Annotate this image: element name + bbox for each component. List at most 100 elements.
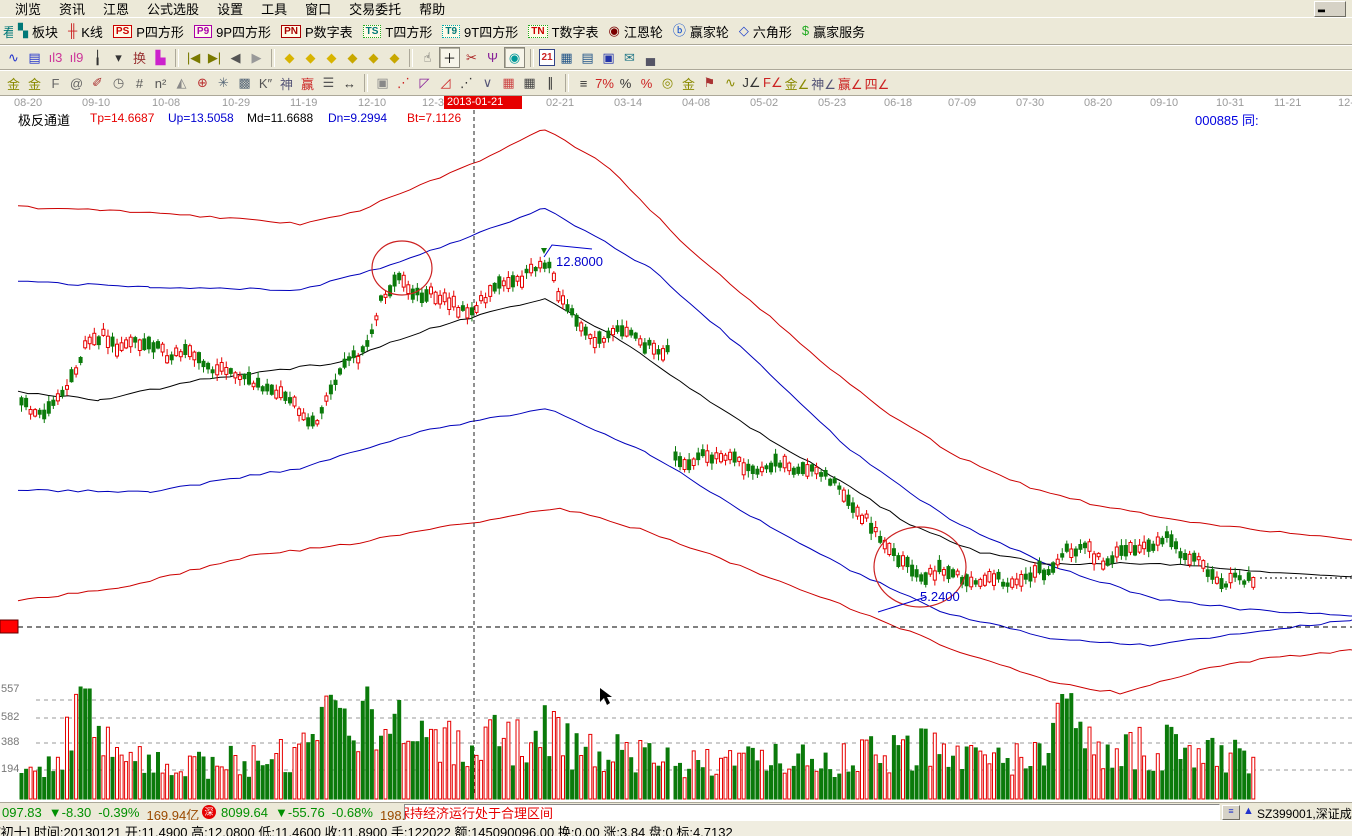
dollar-button[interactable]: $赢家服务 <box>802 22 865 41</box>
split-button[interactable]: ≡ <box>1222 805 1240 820</box>
calendar-icon[interactable]: 21 <box>539 49 555 66</box>
menu-item-4[interactable]: 设置 <box>208 0 252 18</box>
gauge-circle-icon[interactable]: ◷ <box>109 74 128 93</box>
t-number-button[interactable]: TNT数字表 <box>528 22 598 41</box>
candle-style-icon[interactable]: ╽ <box>88 48 107 67</box>
nine-t-square-button[interactable]: T99T四方形 <box>442 22 518 41</box>
next-page-icon[interactable]: ▶ <box>247 48 266 67</box>
percent-icon[interactable]: % <box>616 74 635 93</box>
prev-page-icon[interactable]: ◀ <box>226 48 245 67</box>
fan-box-red-icon[interactable]: ◿ <box>436 74 455 93</box>
gann-wheel-button[interactable]: ◉江恩轮 <box>609 22 663 41</box>
restore-rights-icon[interactable]: 换 <box>130 48 149 67</box>
rocket-icon[interactable]: ✐ <box>88 74 107 93</box>
f-angle-icon[interactable]: F∠ <box>763 74 783 93</box>
compass-cross-icon[interactable]: ⊕ <box>193 74 212 93</box>
wave-v-icon[interactable]: ∨ <box>478 74 497 93</box>
n-squared-icon[interactable]: n² <box>151 74 170 93</box>
ying-ruler-icon[interactable]: 赢 <box>298 74 317 93</box>
calculator-icon[interactable]: ▦ <box>557 48 576 67</box>
j-angle-icon[interactable]: J∠ <box>742 74 761 93</box>
gold-line-icon[interactable]: 金 <box>679 74 698 93</box>
star-web-icon[interactable]: ✳ <box>214 74 233 93</box>
hand-tool-icon[interactable]: ☝ <box>418 48 437 67</box>
fan-box-purple-icon[interactable]: ◸ <box>415 74 434 93</box>
printer-icon[interactable]: ▄ <box>641 48 660 67</box>
mask-tool-icon[interactable]: Ψ <box>483 48 502 67</box>
nine-p-square-button[interactable]: P99P四方形 <box>194 22 271 41</box>
price-scale-icon[interactable]: ≡ <box>574 74 593 93</box>
nine-p-square-label: 9P四方形 <box>216 22 271 41</box>
menu-item-7[interactable]: 交易委托 <box>340 0 410 18</box>
menu-item-6[interactable]: 窗口 <box>296 0 340 18</box>
menu-item-8[interactable]: 帮助 <box>410 0 454 18</box>
web-square-icon[interactable]: ▩ <box>235 74 254 93</box>
grid-dark-icon[interactable]: ▦ <box>520 74 539 93</box>
antenna-icon: ▲ <box>1243 805 1254 817</box>
dollar-icon: $ <box>802 24 809 38</box>
grid-red-icon[interactable]: ▦ <box>499 74 518 93</box>
diamond-cross-icon[interactable]: ◆ <box>385 48 404 67</box>
diamond-arrow-right-icon[interactable]: ◆ <box>301 48 320 67</box>
gann-fan-icon[interactable]: ⋰ <box>394 74 413 93</box>
minimize-button[interactable]: ▂ <box>1314 1 1346 17</box>
angle-lines-icon[interactable]: ⋰ <box>457 74 476 93</box>
gold-angle-icon[interactable]: 金∠ <box>785 74 810 93</box>
ruler-123-icon[interactable]: ☰ <box>319 74 338 93</box>
p-number-button[interactable]: PNP数字表 <box>281 22 353 41</box>
mouse-cursor-icon <box>600 688 612 705</box>
parallel-lines-icon[interactable]: ∥ <box>541 74 560 93</box>
first-page-icon[interactable]: |◀ <box>184 48 203 67</box>
blocks-button[interactable]: ▚板块 <box>18 22 58 41</box>
k-marks-icon[interactable]: K″ <box>256 74 275 93</box>
winner-wheel-button[interactable]: ⓑ赢家轮 <box>673 22 729 41</box>
toolbar-separator <box>271 49 275 67</box>
diamond-arrow-left-icon[interactable]: ◆ <box>280 48 299 67</box>
flag-brush-icon[interactable]: ⚑ <box>700 74 719 93</box>
menu-item-5[interactable]: 工具 <box>252 0 296 18</box>
diamond-arrow-both-icon[interactable]: ◆ <box>322 48 341 67</box>
diamond-star-icon[interactable]: ◆ <box>343 48 362 67</box>
info-panel-icon[interactable]: ▤ <box>25 48 44 67</box>
last-page-icon[interactable]: ▶| <box>205 48 224 67</box>
ying-angle-icon[interactable]: 赢∠ <box>838 74 863 93</box>
p-square-button[interactable]: PSP四方形 <box>113 22 184 41</box>
si-angle-icon[interactable]: 四∠ <box>865 74 890 93</box>
menu-item-3[interactable]: 公式选股 <box>138 0 208 18</box>
spiral-icon[interactable]: @ <box>67 74 86 93</box>
width-marker-icon[interactable]: ↔ <box>340 74 359 93</box>
ruler-icon[interactable]: # <box>130 74 149 93</box>
bars-9-icon[interactable]: ıl9 <box>67 48 86 67</box>
notes-icon[interactable]: ▤ <box>578 48 597 67</box>
cut-tool-icon[interactable]: ✂ <box>462 48 481 67</box>
save-icon[interactable]: ▣ <box>599 48 618 67</box>
wave-gold-icon[interactable]: ∿ <box>721 74 740 93</box>
kline-button[interactable]: ╫K线 <box>68 22 103 41</box>
t-number-badge: TN <box>528 25 547 38</box>
mail-globe-icon[interactable]: ✉ <box>620 48 639 67</box>
percent-line-icon[interactable]: % <box>637 74 656 93</box>
diamond-asterisk-icon[interactable]: ◆ <box>364 48 383 67</box>
gold-ruler-icon[interactable]: 金 <box>4 74 23 93</box>
chart-scroll-icon[interactable]: ∿ <box>4 48 23 67</box>
t-square-button[interactable]: TST四方形 <box>363 22 433 41</box>
f-ruler-icon[interactable]: F <box>46 74 65 93</box>
menu-item-1[interactable]: 资讯 <box>50 0 94 18</box>
bars-3-icon[interactable]: ıl3 <box>46 48 65 67</box>
prism-icon[interactable]: ◭ <box>172 74 191 93</box>
gold-ruler2-icon[interactable]: 金 <box>25 74 44 93</box>
gann-wheel-icon: ◉ <box>609 24 620 38</box>
brain-tool-icon[interactable]: ◉ <box>504 47 525 68</box>
menu-item-0[interactable]: 浏览 <box>6 0 50 18</box>
gold-circle-icon[interactable]: ◎ <box>658 74 677 93</box>
hexagon-button[interactable]: ◇六角形 <box>739 22 792 41</box>
square-select-icon[interactable]: ▣ <box>373 74 392 93</box>
volume-histogram-icon[interactable]: ▙ <box>151 48 170 67</box>
percent-7-icon[interactable]: 7% <box>595 74 614 93</box>
shen-angle-icon[interactable]: 神∠ <box>811 74 836 93</box>
shen-ruler-icon[interactable]: 神 <box>277 74 296 93</box>
menu-item-2[interactable]: 江恩 <box>94 0 138 18</box>
style-dropdown-icon[interactable]: ▾ <box>109 48 128 67</box>
channel-line-up <box>18 209 1352 617</box>
crosshair-tool-icon[interactable]: ＋ <box>439 47 460 68</box>
